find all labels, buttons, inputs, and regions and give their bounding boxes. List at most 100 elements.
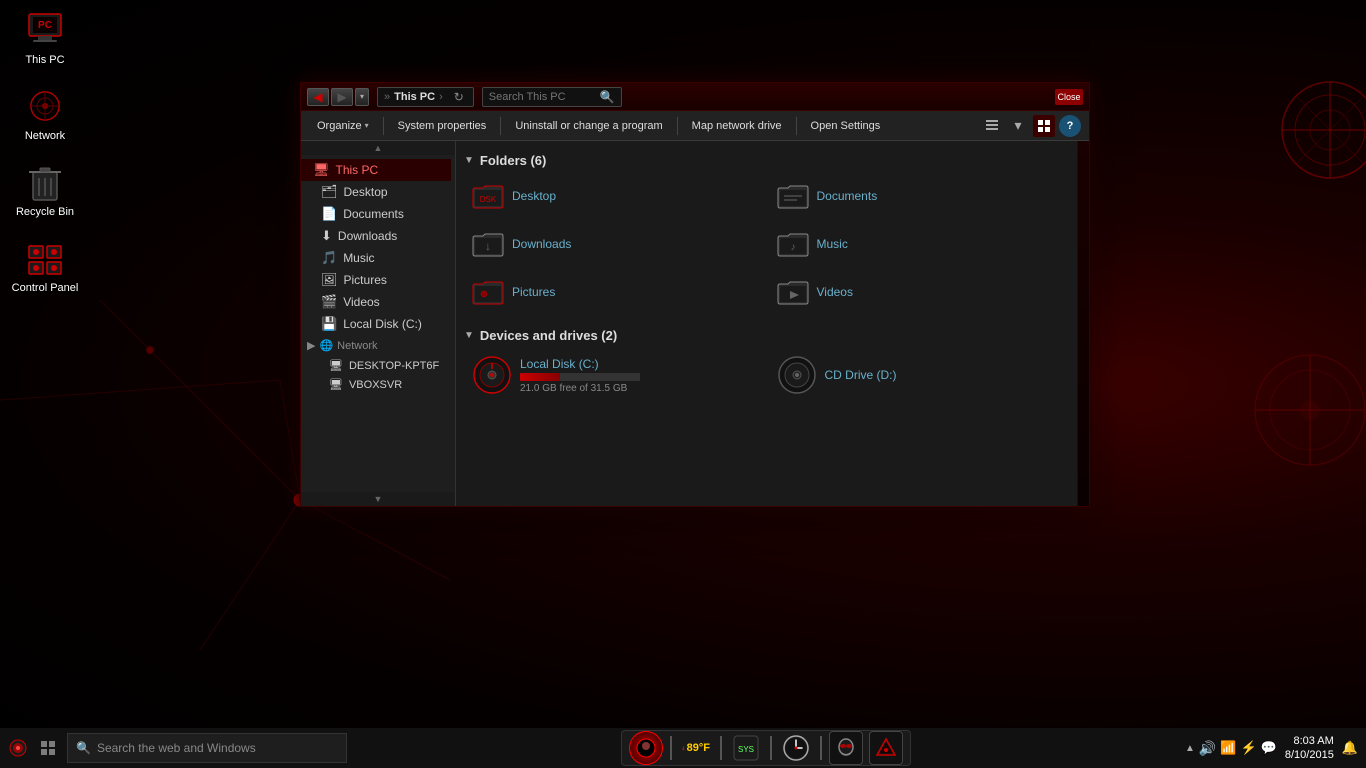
- toolbar: Organize ▾ System properties Uninstall o…: [301, 111, 1089, 141]
- folder-downloads[interactable]: ↓ Downloads: [464, 222, 765, 266]
- sidebar-item-music[interactable]: 🎵 Music: [301, 247, 451, 269]
- videos-sidebar-label: Videos: [343, 295, 379, 309]
- forward-arrow-icon: ▶: [337, 90, 346, 104]
- toolbar-separator-1: [383, 117, 384, 135]
- sidebar-scroll-down[interactable]: ▼: [301, 492, 455, 506]
- sidebar: 🖥 This PC 🗂 Desktop 📄 Documents ⬇ Downlo…: [301, 155, 451, 492]
- sidebar-item-pictures[interactable]: 🖼 Pictures: [301, 269, 451, 291]
- desktop-icon-this-pc[interactable]: PC This PC: [10, 10, 80, 66]
- network-sidebar-label: Network: [337, 340, 377, 352]
- taskbar-right: ▲ 🔊 📶 ⚡ 💬 8:03 AM 8/10/2015 🔔: [1185, 734, 1366, 763]
- network-tray-icon[interactable]: 📶: [1220, 740, 1236, 756]
- address-pc-label: This PC: [394, 91, 435, 103]
- system-tray: ▲ 🔊 📶 ⚡ 💬: [1185, 740, 1277, 757]
- folder-videos[interactable]: Videos: [769, 270, 1070, 314]
- organize-button[interactable]: Organize ▾: [309, 117, 377, 135]
- dock-stats-item[interactable]: SYS: [728, 733, 764, 763]
- view-details-button[interactable]: [981, 115, 1003, 137]
- sidebar-item-desktop-kpt[interactable]: 🖥 DESKTOP-KPT6F: [301, 356, 451, 375]
- start-button[interactable]: [4, 734, 32, 762]
- folders-grid: DSK Desktop Document: [464, 174, 1069, 314]
- drive-cd-d[interactable]: CD Drive (D:): [769, 349, 1070, 401]
- close-button[interactable]: Close: [1055, 89, 1083, 105]
- desktop-icon-recycle-bin[interactable]: Recycle Bin: [10, 162, 80, 218]
- refresh-button[interactable]: ↻: [451, 89, 467, 105]
- view-tiles-button[interactable]: [1033, 115, 1055, 137]
- system-clock[interactable]: 8:03 AM 8/10/2015: [1285, 734, 1334, 763]
- taskbar-search-box[interactable]: 🔍 Search the web and Windows: [67, 733, 347, 763]
- dock-orb-item[interactable]: [628, 733, 664, 763]
- folder-documents-name: Documents: [817, 189, 878, 203]
- sidebar-section-network[interactable]: ▶ 🌐 Network: [301, 335, 451, 356]
- notification-icon[interactable]: 🔔: [1342, 740, 1358, 756]
- network-icon: [25, 86, 65, 126]
- documents-folder-icon: [777, 180, 809, 212]
- message-icon[interactable]: 💬: [1261, 740, 1277, 756]
- drives-section-header[interactable]: ▼ Devices and drives (2): [464, 324, 1069, 349]
- desktop-icon-control-panel[interactable]: Control Panel: [10, 238, 80, 294]
- dock-alien-icon-1: [829, 731, 863, 765]
- folder-documents[interactable]: Documents: [769, 174, 1070, 218]
- network-sidebar-icon: 🌐: [319, 339, 333, 352]
- sidebar-item-desktop[interactable]: 🗂 Desktop: [301, 181, 451, 203]
- local-disk-c-info: Local Disk (C:) 21.0 GB free of 31.5 GB: [520, 357, 640, 394]
- local-disk-c-size: 21.0 GB free of 31.5 GB: [520, 383, 640, 394]
- cd-drive-d-name: CD Drive (D:): [825, 368, 897, 382]
- drive-local-disk-c[interactable]: Local Disk (C:) 21.0 GB free of 31.5 GB: [464, 349, 765, 401]
- clock-date: 8/10/2015: [1285, 748, 1334, 762]
- folder-music[interactable]: ♪ Music: [769, 222, 1070, 266]
- folders-section-header[interactable]: ▼ Folders (6): [464, 149, 1069, 174]
- forward-button[interactable]: ▶: [331, 88, 353, 106]
- volume-icon[interactable]: 🔊: [1199, 740, 1216, 757]
- battery-icon[interactable]: ⚡: [1241, 740, 1257, 756]
- vboxsvr-label: VBOXSVR: [349, 379, 402, 391]
- sidebar-item-vboxsvr[interactable]: 🖥 VBOXSVR: [301, 375, 451, 394]
- sidebar-item-this-pc[interactable]: 🖥 This PC: [301, 159, 451, 181]
- folder-pictures[interactable]: Pictures: [464, 270, 765, 314]
- music-folder-icon: ♪: [777, 228, 809, 260]
- dock-alien-item-1[interactable]: [828, 733, 864, 763]
- task-view-button[interactable]: [34, 734, 62, 762]
- taskbar-dock: 89°F SYS: [621, 730, 911, 766]
- toolbar-separator-4: [796, 117, 797, 135]
- vboxsvr-icon: 🖥: [329, 378, 343, 391]
- open-settings-label: Open Settings: [811, 120, 881, 132]
- back-button[interactable]: ◀: [307, 88, 329, 106]
- search-input[interactable]: [489, 91, 596, 103]
- sidebar-item-documents[interactable]: 📄 Documents: [301, 203, 451, 225]
- pictures-sidebar-icon: 🖼: [321, 272, 338, 288]
- dock-orb-icon: [629, 731, 663, 765]
- help-button[interactable]: ?: [1059, 115, 1081, 137]
- sidebar-scroll-up[interactable]: ▲: [301, 141, 455, 155]
- dock-divider-1: [670, 736, 672, 760]
- sidebar-item-downloads[interactable]: ⬇ Downloads: [301, 225, 451, 247]
- dock-clock-item[interactable]: [778, 733, 814, 763]
- documents-sidebar-icon: 📄: [321, 206, 337, 222]
- view-dropdown-button[interactable]: ▾: [1007, 115, 1029, 137]
- open-settings-button[interactable]: Open Settings: [803, 117, 889, 135]
- sidebar-item-local-disk[interactable]: 💾 Local Disk (C:): [301, 313, 451, 335]
- svg-text:DSK: DSK: [480, 195, 497, 204]
- folder-pictures-name: Pictures: [512, 285, 555, 299]
- title-bar-left: ◀ ▶ ▾ » This PC › ↻ 🔍: [307, 87, 622, 107]
- address-bar[interactable]: » This PC › ↻: [377, 87, 474, 107]
- tray-expand-icon[interactable]: ▲: [1185, 743, 1195, 754]
- search-box[interactable]: 🔍: [482, 87, 622, 107]
- dock-weather-item[interactable]: 89°F: [678, 733, 714, 763]
- desktop-icon-network[interactable]: Network: [10, 86, 80, 142]
- uninstall-button[interactable]: Uninstall or change a program: [507, 117, 670, 135]
- sidebar-item-videos[interactable]: 🎬 Videos: [301, 291, 451, 313]
- organize-label: Organize: [317, 120, 362, 132]
- network-label: Network: [25, 130, 65, 142]
- control-panel-label: Control Panel: [12, 282, 79, 294]
- local-disk-c-bar: [520, 373, 640, 381]
- history-dropdown[interactable]: ▾: [355, 88, 369, 106]
- folder-desktop[interactable]: DSK Desktop: [464, 174, 765, 218]
- control-panel-icon: [25, 238, 65, 278]
- dock-alien-item-2[interactable]: [868, 733, 904, 763]
- taskbar-left: [0, 734, 62, 762]
- map-drive-button[interactable]: Map network drive: [684, 117, 790, 135]
- back-arrow-icon: ◀: [313, 90, 322, 104]
- this-pc-label: This PC: [25, 54, 64, 66]
- system-properties-button[interactable]: System properties: [390, 117, 495, 135]
